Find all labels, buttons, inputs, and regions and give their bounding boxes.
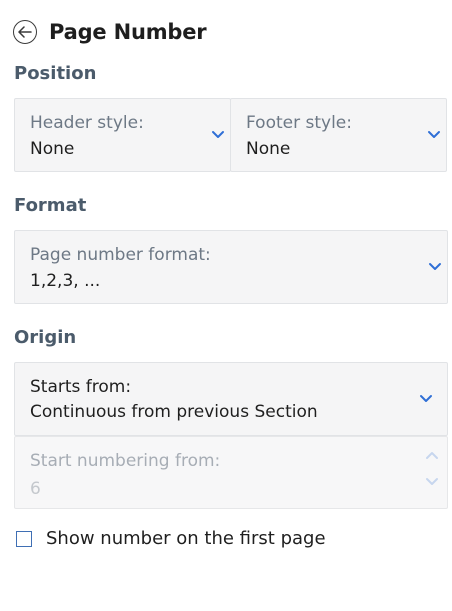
show-first-page-checkbox[interactable]: [16, 530, 32, 547]
show-first-page-label: Show number on the first page: [46, 528, 326, 549]
page-number-format-dropdown[interactable]: Page number format: 1,2,3, ...: [14, 230, 448, 304]
header-style-value: None: [30, 139, 75, 159]
start-numbering-stepper: Start numbering from: 6: [14, 436, 448, 509]
starts-from-value: Continuous from previous Section: [30, 402, 318, 422]
chevron-down-icon: [427, 130, 441, 140]
show-first-page-option[interactable]: Show number on the first page: [16, 528, 326, 549]
position-section-label: Position: [14, 63, 97, 84]
panel-header: Page Number: [13, 18, 207, 46]
footer-style-label: Footer style:: [246, 113, 352, 133]
page-number-format-value: 1,2,3, ...: [30, 271, 101, 291]
footer-style-value: None: [246, 139, 291, 159]
chevron-down-icon: [419, 394, 433, 404]
origin-section-label: Origin: [14, 327, 77, 348]
chevron-down-icon: [425, 477, 439, 487]
page-number-panel: Page Number Position Header style: None …: [0, 0, 452, 611]
chevron-down-icon: [211, 130, 225, 140]
page-number-format-label: Page number format:: [30, 245, 211, 265]
back-button[interactable]: [13, 20, 37, 44]
chevron-down-icon: [428, 262, 442, 272]
start-numbering-label: Start numbering from:: [30, 451, 221, 471]
header-style-label: Header style:: [30, 113, 144, 133]
start-numbering-value: 6: [30, 479, 41, 499]
header-style-dropdown[interactable]: Header style: None: [14, 98, 231, 172]
starts-from-label: Starts from:: [30, 377, 132, 397]
footer-style-dropdown[interactable]: Footer style: None: [230, 98, 447, 172]
panel-title: Page Number: [49, 20, 207, 44]
arrow-left-icon: [18, 26, 32, 38]
starts-from-dropdown[interactable]: Starts from: Continuous from previous Se…: [14, 362, 448, 436]
format-section-label: Format: [14, 195, 87, 216]
chevron-up-icon: [425, 450, 439, 460]
